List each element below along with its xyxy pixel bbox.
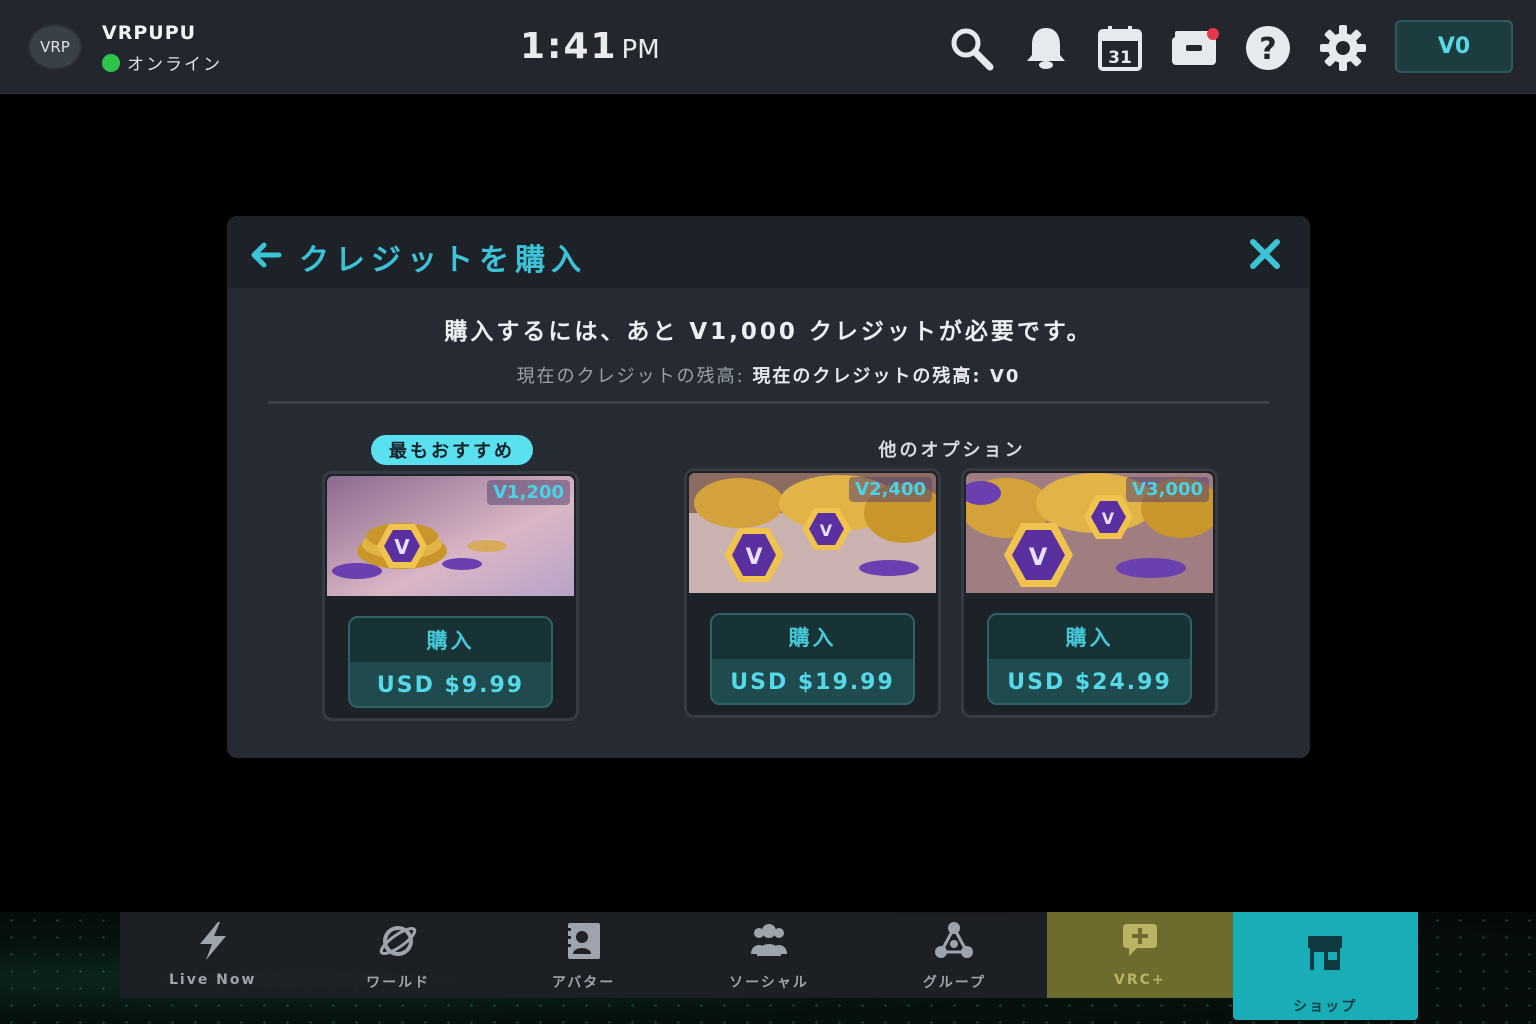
clock-time: 1:41 (520, 26, 618, 67)
planet-icon (379, 926, 417, 956)
svg-text:V: V (820, 521, 833, 540)
price-label: USD $24.99 (1007, 669, 1172, 695)
svg-text:V: V (745, 545, 762, 570)
dialog-header: クレジットを購入 (227, 216, 1310, 288)
other-options-label: 他のオプション (878, 440, 1026, 461)
recommended-badge: 最もおすすめ (371, 435, 533, 465)
credit-amount: V2,400 (849, 477, 932, 502)
search-icon[interactable] (946, 23, 996, 73)
bottom-nav: Live Now ワールド アバター ソーシャル グループ VRC+ ショップ (120, 912, 1418, 1024)
buy-label: 購入 (712, 615, 913, 659)
buy-button[interactable]: 購入 USD $24.99 (987, 613, 1192, 705)
inventory-icon[interactable] (1169, 23, 1219, 73)
balance-label: 現在のクレジットの残高: (516, 366, 753, 387)
people-icon (750, 924, 787, 956)
dialog-title: クレジットを購入 (299, 243, 587, 278)
price-label: USD $9.99 (376, 672, 525, 698)
group-icon (935, 922, 974, 958)
nav-label: Live Now (168, 972, 257, 988)
nav-label: ショップ (1293, 999, 1358, 1015)
credit-package-card: V V V3,000 購入 USD $24.99 (961, 468, 1218, 718)
price-label: USD $19.99 (730, 669, 895, 695)
help-icon[interactable]: ? (1243, 23, 1293, 73)
nav-label: アバター (551, 975, 616, 991)
nav-vrc-plus[interactable]: VRC+ (1047, 912, 1233, 998)
clock: 1:41 PM (520, 26, 660, 67)
clock-ampm: PM (621, 35, 660, 65)
divider (268, 401, 1269, 404)
status-label: オンライン (127, 55, 222, 75)
bell-icon[interactable] (1021, 23, 1071, 73)
online-dot-icon (102, 53, 120, 72)
username: VRPUPU (102, 22, 197, 44)
credit-amount: V3,000 (1126, 477, 1209, 502)
back-arrow-icon[interactable] (249, 238, 283, 272)
nav-shop[interactable]: ショップ (1232, 912, 1418, 1020)
nav-label: VRC+ (1114, 972, 1166, 988)
credit-package-card: V V V2,400 購入 USD $19.99 (684, 468, 941, 718)
online-status: オンライン (102, 50, 222, 75)
svg-text:V: V (1029, 543, 1048, 571)
nav-live-now[interactable]: Live Now (120, 912, 306, 998)
nav-groups[interactable]: グループ (861, 912, 1048, 998)
svg-text:?: ? (1259, 32, 1276, 67)
buy-button[interactable]: 購入 USD $9.99 (348, 616, 553, 708)
buy-label: 購入 (350, 618, 551, 662)
credit-package-card: V V1,200 購入 USD $9.99 (322, 471, 579, 721)
calendar-icon[interactable]: 31 (1095, 23, 1145, 73)
nav-label: ワールド (366, 975, 431, 991)
svg-text:V: V (394, 535, 410, 559)
nav-social[interactable]: ソーシャル (676, 912, 862, 998)
nav-worlds[interactable]: ワールド (305, 912, 491, 998)
balance-value: 現在のクレジットの残高: V0 (752, 366, 1021, 387)
nav-avatars[interactable]: アバター (490, 912, 677, 998)
top-bar: VRP VRPUPU オンライン 1:41 PM 31 ? V0 (0, 0, 1536, 94)
buy-label: 購入 (989, 615, 1190, 659)
nav-label: グループ (922, 975, 986, 991)
purchase-credits-dialog: クレジットを購入 購入するには、あと V1,000 クレジットが必要です。 現在… (227, 216, 1310, 758)
gear-icon[interactable] (1318, 23, 1368, 73)
calendar-day: 31 (1108, 48, 1132, 68)
credits-needed-message: 購入するには、あと V1,000 クレジットが必要です。 (444, 319, 1093, 345)
shop-icon (1308, 936, 1343, 970)
credit-amount: V1,200 (487, 480, 570, 505)
avatar[interactable]: VRP (28, 24, 82, 70)
nav-label: ソーシャル (729, 975, 809, 991)
close-icon[interactable] (1247, 236, 1283, 272)
svg-text:V: V (1102, 509, 1115, 528)
lightning-icon (199, 922, 226, 960)
credits-balance-button[interactable]: V0 (1395, 20, 1513, 73)
avatar-icon (565, 923, 600, 959)
buy-button[interactable]: 購入 USD $19.99 (710, 613, 915, 705)
vrc-plus-icon (1122, 924, 1157, 956)
current-balance: 現在のクレジットの残高: 現在のクレジットの残高: V0 (227, 362, 1310, 388)
